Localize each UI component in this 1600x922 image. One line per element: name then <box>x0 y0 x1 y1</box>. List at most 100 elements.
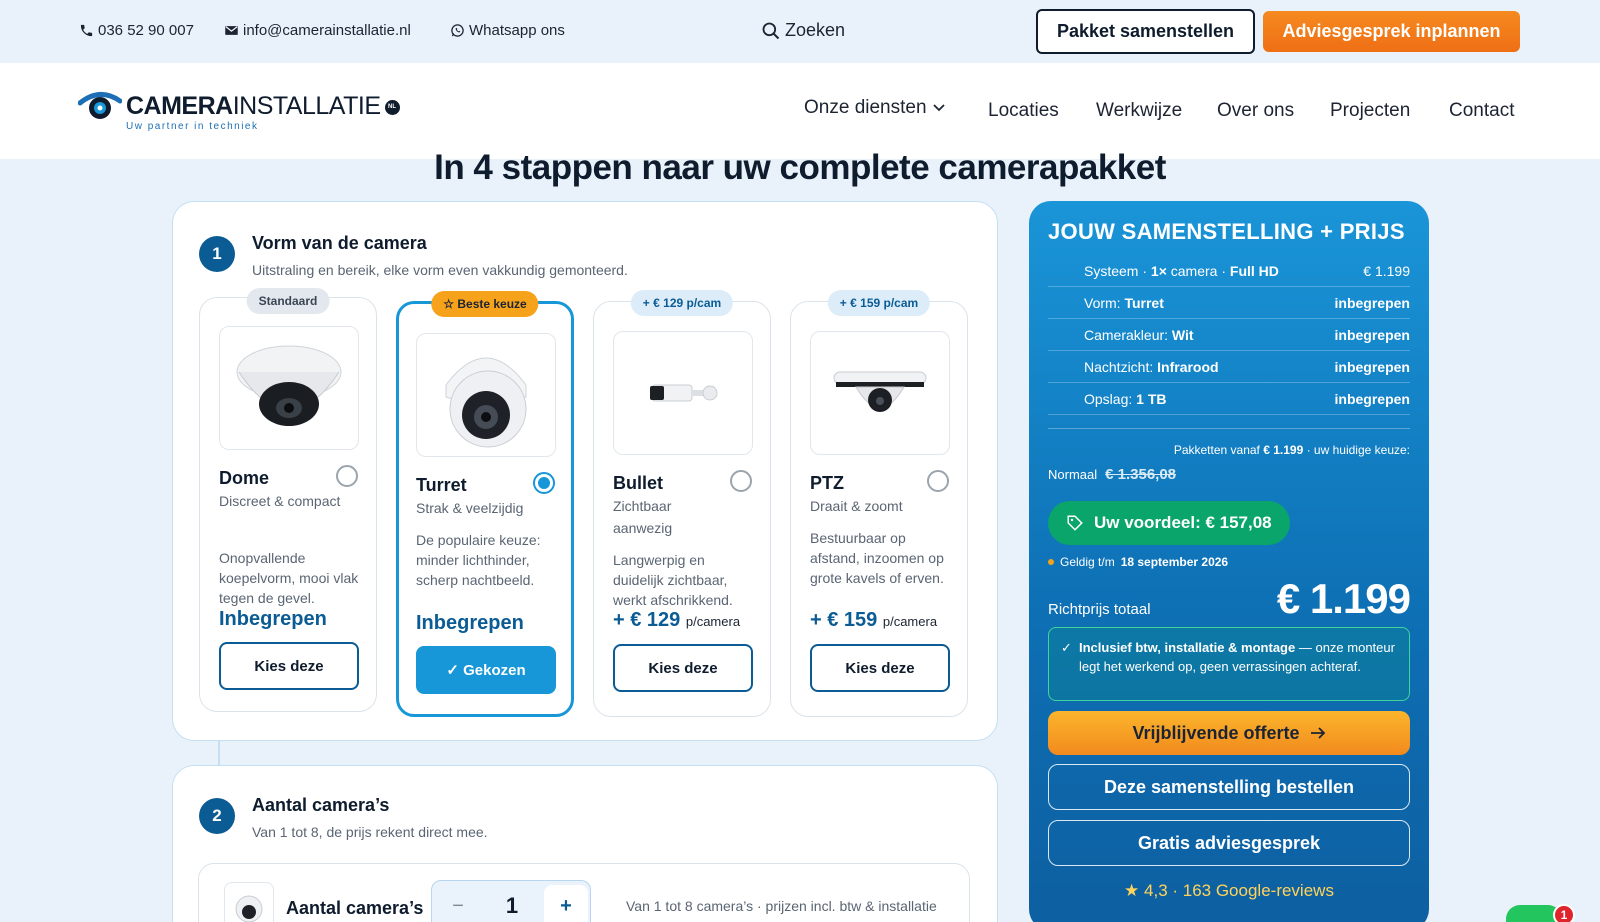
chat-notification-badge: 1 <box>1553 904 1575 922</box>
bullet-camera-image <box>613 331 753 455</box>
radio-dome[interactable] <box>336 465 358 487</box>
option-tagline: Strak & veelzijdig <box>416 500 524 516</box>
radio-bullet[interactable] <box>730 470 752 492</box>
option-description: Onopvallende koepelvorm, mooi vlak tegen… <box>219 550 359 606</box>
chevron-down-icon <box>932 104 945 112</box>
badge-beste-keuze: ☆ Beste keuze <box>431 291 539 317</box>
option-tagline: Zichtbaar aanwezig <box>613 498 673 536</box>
google-reviews-link[interactable]: ★ 4,3 · 163 Google-reviews <box>1029 881 1429 901</box>
whatsapp-link[interactable]: Whatsapp ons <box>450 22 565 39</box>
check-icon: ✓ <box>1061 640 1072 655</box>
logo-nl-badge: NL <box>384 99 400 115</box>
quantity-stepper: − 1 + <box>431 880 591 922</box>
vrijblijvende-offerte-button[interactable]: Vrijblijvende offerte <box>1048 711 1410 755</box>
search-label: Zoeken <box>785 20 846 40</box>
step-connector <box>218 741 220 765</box>
summary-row-nachtzicht: Nachtzicht: Infrarood inbegrepen <box>1048 351 1410 383</box>
summary-row-opslag: Opslag: 1 TB inbegrepen <box>1048 383 1410 415</box>
quantity-note: Van 1 tot 8 camera’s · prijzen incl. btw… <box>626 898 937 914</box>
step-2-subtitle: Van 1 tot 8, de prijs rekent direct mee. <box>252 824 488 840</box>
nav-onze-diensten-label: Onze diensten <box>804 97 927 118</box>
dome-camera-image <box>219 326 359 450</box>
normaal-price-row: Normaal € 1.356,08 <box>1048 466 1177 483</box>
nav-werkwijze[interactable]: Werkwijze <box>1096 100 1182 122</box>
option-dome[interactable]: Standaard Dome Discreet & compact Onopva… <box>199 288 377 712</box>
whatsapp-icon <box>451 24 464 37</box>
kies-deze-button[interactable]: Kies deze <box>810 644 950 692</box>
option-ptz[interactable]: + € 159 p/cam PTZ Draait & zoomt Bestuur… <box>790 290 968 717</box>
quantity-value[interactable]: 1 <box>488 893 536 919</box>
gratis-adviesgesprek-button[interactable]: Gratis adviesgesprek <box>1048 820 1410 866</box>
option-name: PTZ <box>810 473 844 493</box>
mail-icon <box>225 26 238 35</box>
ptz-camera-image <box>810 331 950 455</box>
summary-row-vorm: Vorm: Turret inbegrepen <box>1048 287 1410 319</box>
option-price: + € 159 p/camera <box>810 609 938 631</box>
quantity-camera-thumbnail <box>224 882 274 922</box>
nav-contact[interactable]: Contact <box>1449 100 1514 122</box>
bestellen-button[interactable]: Deze samenstelling bestellen <box>1048 764 1410 810</box>
whatsapp-label: Whatsapp ons <box>469 22 565 39</box>
option-price: Inbegrepen <box>416 612 524 634</box>
status-dot-icon <box>1048 559 1054 565</box>
nav-projecten[interactable]: Projecten <box>1330 100 1410 122</box>
radio-ptz[interactable] <box>927 470 949 492</box>
tag-icon <box>1067 515 1083 531</box>
geldig-text: Geldig t/m 18 september 2026 <box>1048 555 1228 569</box>
badge-standaard: Standaard <box>246 288 330 314</box>
arrow-right-icon <box>1310 727 1325 739</box>
summary-title: JOUW SAMENSTELLING + PRIJS <box>1048 219 1405 244</box>
radio-turret[interactable] <box>533 472 555 494</box>
total-price: € 1.199 <box>1276 575 1411 622</box>
summary-panel: JOUW SAMENSTELLING + PRIJS Systeem · 1× … <box>1029 201 1429 922</box>
nav-over-ons[interactable]: Over ons <box>1217 100 1294 122</box>
site-logo[interactable]: CAMERAINSTALLATIE NL Uw partner in techn… <box>78 91 400 132</box>
option-description: De populaire keuze: minder lichthinder, … <box>416 532 541 588</box>
turret-camera-image <box>416 333 556 457</box>
normaal-price: € 1.356,08 <box>1105 466 1177 483</box>
summary-divider <box>1048 428 1410 429</box>
email-link[interactable]: info@camerainstallatie.nl <box>224 22 411 39</box>
nav-onze-diensten[interactable]: Onze diensten <box>804 97 945 119</box>
page-title: In 4 stappen naar uw complete camerapakk… <box>434 148 1166 187</box>
phone-icon <box>80 24 93 37</box>
voordeel-badge: Uw voordeel: € 157,08 <box>1048 501 1290 545</box>
option-price: Inbegrepen <box>219 608 327 630</box>
option-price: + € 129 p/camera <box>613 609 741 631</box>
quantity-label: Aantal camera’s <box>286 898 424 918</box>
option-description: Langwerpig en duidelijk zichtbaar, werkt… <box>613 552 733 608</box>
search-icon <box>762 22 780 39</box>
phone-link[interactable]: 036 52 90 007 <box>79 22 194 39</box>
summary-row-systeem: Systeem · 1× camera · Full HD € 1.199 <box>1048 255 1410 287</box>
kies-deze-button[interactable]: Kies deze <box>219 642 359 690</box>
kies-deze-button[interactable]: Kies deze <box>613 644 753 692</box>
gekozen-button[interactable]: ✓ Gekozen <box>416 646 556 694</box>
option-name: Dome <box>219 468 270 488</box>
option-turret[interactable]: ☆ Beste keuze Turret Strak & veelzijdig … <box>396 291 574 717</box>
logo-tagline: Uw partner in techniek <box>126 121 259 132</box>
main-navigation: CAMERAINSTALLATIE NL Uw partner in techn… <box>0 63 1600 159</box>
phone-number: 036 52 90 007 <box>98 22 194 39</box>
eye-logo-icon <box>78 92 122 119</box>
step-1-number: 1 <box>199 236 235 272</box>
step-1-subtitle: Uitstraling en bereik, elke vorm even va… <box>252 262 628 278</box>
quantity-row: Aantal camera’s − 1 + Van 1 tot 8 camera… <box>198 863 970 922</box>
decrement-button[interactable]: − <box>436 885 480 922</box>
search-button[interactable]: Zoeken <box>761 20 845 41</box>
pakketten-vanaf-text: Pakketten vanaf € 1.199 · uw huidige keu… <box>1173 443 1410 457</box>
option-name: Turret <box>416 475 467 495</box>
option-tagline: Discreet & compact <box>219 493 341 509</box>
pakket-samenstellen-button[interactable]: Pakket samenstellen <box>1036 9 1255 54</box>
adviesgesprek-inplannen-button[interactable]: Adviesgesprek inplannen <box>1263 11 1520 52</box>
top-bar: 036 52 90 007 info@camerainstallatie.nl … <box>0 0 1600 63</box>
nav-locaties[interactable]: Locaties <box>988 100 1059 122</box>
summary-row-camerakleur: Camerakleur: Wit inbegrepen <box>1048 319 1410 351</box>
logo-wordmark: CAMERAINSTALLATIE <box>126 91 381 120</box>
step-1-title: Vorm van de camera <box>252 233 427 253</box>
step-2-title: Aantal camera’s <box>252 795 390 815</box>
option-description: Bestuurbaar op afstand, inzoomen op grot… <box>810 530 944 586</box>
badge-ptz-price: + € 159 p/cam <box>827 290 931 316</box>
option-bullet[interactable]: + € 129 p/cam Bullet Zichtbaar aanwezig … <box>593 290 771 717</box>
option-name: Bullet <box>613 473 664 493</box>
increment-button[interactable]: + <box>544 885 588 922</box>
